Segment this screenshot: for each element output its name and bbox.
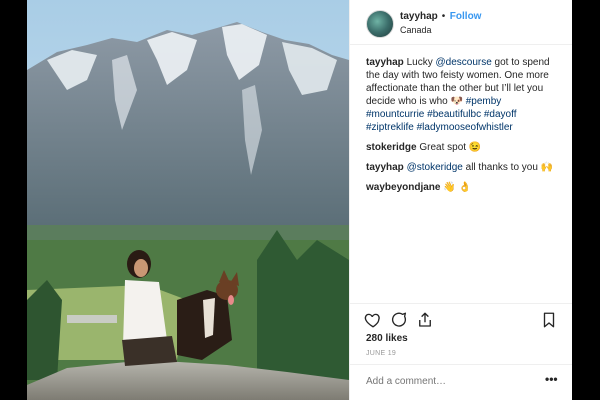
separator-dot: •: [441, 11, 446, 22]
comments-list: tayyhap Lucky @descourse got to spend th…: [366, 56, 561, 201]
heart-icon[interactable]: [364, 311, 382, 329]
hashtag-link[interactable]: #beautifulbc: [427, 109, 481, 120]
comment-text: all thanks to you 🙌: [462, 162, 554, 173]
hashtag-link[interactable]: #pemby: [466, 96, 502, 107]
hashtag-link[interactable]: #dayoff: [484, 109, 517, 120]
comment-text: Lucky: [403, 57, 436, 68]
hashtag-link[interactable]: #mountcurrie: [366, 109, 424, 120]
mention-link[interactable]: @descourse: [435, 57, 491, 68]
hashtag-link[interactable]: #ladymooseofwhistler: [417, 122, 513, 133]
share-icon[interactable]: [416, 311, 434, 329]
comment-text: 👋 👌: [440, 182, 471, 193]
post-header: tayyhap • Follow Canada: [350, 0, 572, 45]
avatar[interactable]: [366, 10, 394, 38]
post-side-panel: tayyhap • Follow Canada tayyhap Lucky @d…: [349, 0, 572, 400]
hashtag-link[interactable]: #ziptreklife: [366, 122, 414, 133]
comment: stokeridge Great spot 😉: [366, 141, 561, 154]
follow-button[interactable]: Follow: [450, 11, 482, 22]
post-date: JUNE 19: [366, 350, 397, 357]
add-comment-input[interactable]: [366, 376, 526, 387]
comment: tayyhap Lucky @descourse got to spend th…: [366, 56, 561, 134]
more-options-icon[interactable]: •••: [545, 372, 558, 386]
bookmark-icon[interactable]: [540, 311, 558, 329]
post-modal: tayyhap • Follow Canada tayyhap Lucky @d…: [27, 0, 572, 400]
comment-text: Great spot 😉: [416, 142, 482, 153]
comment-username[interactable]: waybeyondjane: [366, 182, 440, 193]
post-username[interactable]: tayyhap: [400, 11, 438, 22]
divider: [350, 303, 572, 304]
comment-username[interactable]: stokeridge: [366, 142, 417, 153]
comment: waybeyondjane 👋 👌: [366, 181, 561, 194]
comment: tayyhap @stokeridge all thanks to you 🙌: [366, 161, 561, 174]
comment-username[interactable]: tayyhap: [366, 57, 404, 68]
comment-icon[interactable]: [390, 311, 408, 329]
mention-link[interactable]: @stokeridge: [407, 162, 463, 173]
comment-username[interactable]: tayyhap: [366, 162, 404, 173]
divider: [350, 364, 572, 365]
post-location[interactable]: Canada: [400, 25, 432, 35]
like-count[interactable]: 280 likes: [366, 333, 408, 344]
post-photo[interactable]: [27, 0, 349, 400]
mountain-photo: [27, 0, 349, 400]
